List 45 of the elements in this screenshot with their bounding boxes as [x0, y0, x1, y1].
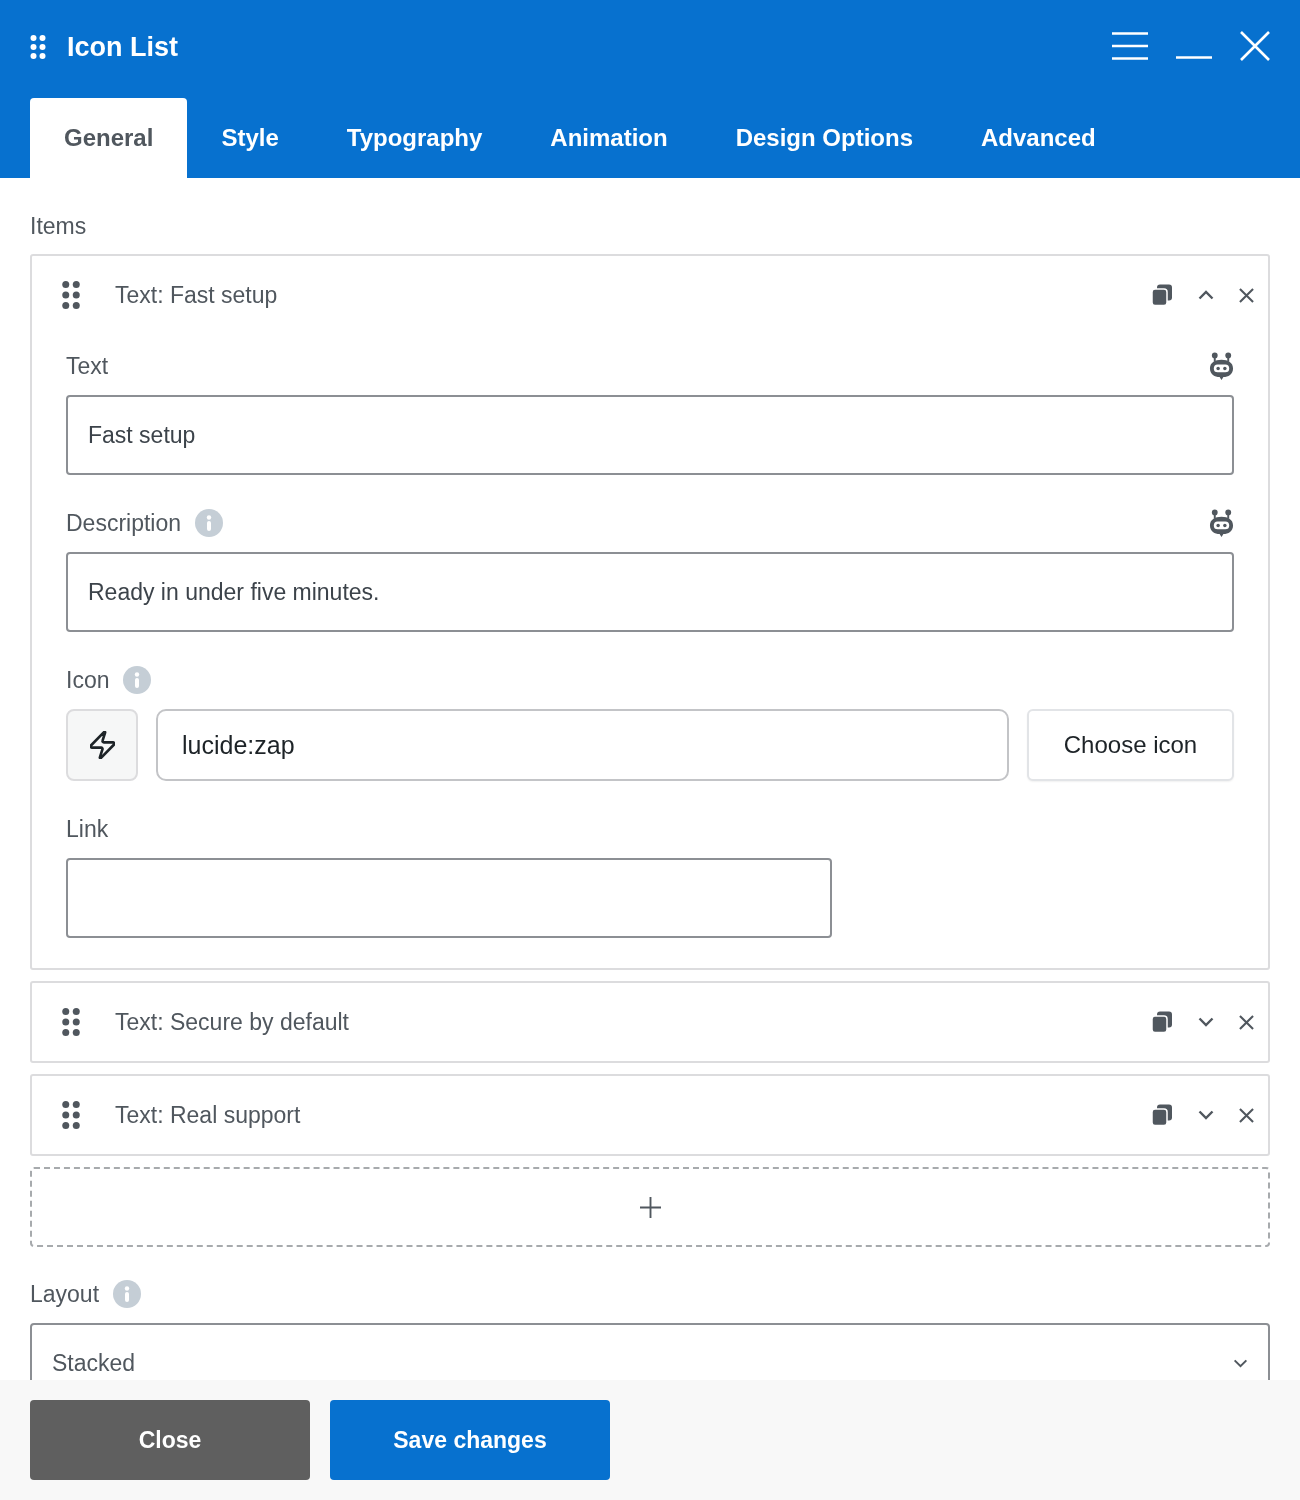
section-label: Items	[30, 212, 88, 240]
remove-icon[interactable]	[1239, 1107, 1254, 1123]
duplicate-icon[interactable]	[1151, 284, 1173, 306]
remove-icon[interactable]	[1239, 287, 1254, 303]
drag-handle-icon[interactable]	[62, 281, 80, 309]
chevron-down-icon[interactable]	[1198, 1017, 1214, 1027]
icon-preview[interactable]	[66, 709, 138, 781]
drag-handle-icon[interactable]	[62, 1101, 80, 1129]
field-label: Icon	[66, 666, 110, 694]
duplicate-icon[interactable]	[1151, 1011, 1173, 1033]
robot-icon[interactable]	[1209, 351, 1234, 381]
tab[interactable]: Advanced	[947, 98, 1130, 178]
minimize-icon[interactable]	[1176, 55, 1212, 59]
tab[interactable]: Design Options	[701, 98, 947, 178]
remove-icon[interactable]	[1239, 1014, 1254, 1030]
drag-handle-icon[interactable]	[30, 35, 46, 59]
icon-name-input[interactable]: lucide:zap	[156, 709, 1009, 781]
tab[interactable]: Animation	[516, 98, 702, 178]
item-title[interactable]: Text: Real support	[115, 1101, 301, 1129]
item-title[interactable]: Text: Secure by default	[115, 1008, 349, 1036]
chevron-down-icon[interactable]	[1198, 1110, 1214, 1120]
choose-icon-button[interactable]: Choose icon	[1027, 709, 1234, 781]
text-input[interactable]: Fast setup	[66, 395, 1234, 475]
field-label: Text	[66, 352, 109, 380]
drag-handle-icon[interactable]	[62, 1008, 80, 1036]
plus-icon	[639, 1196, 661, 1218]
field-label: Layout	[30, 1280, 100, 1308]
link-input[interactable]	[66, 858, 832, 938]
tab[interactable]: Style	[187, 98, 313, 178]
field-label: Description	[66, 509, 182, 537]
window-title: Icon List	[67, 31, 178, 63]
close-icon[interactable]	[1240, 31, 1270, 61]
item-title[interactable]: Text: Fast setup	[115, 281, 278, 309]
tab[interactable]: Typography	[312, 98, 517, 178]
field-label: Link	[66, 815, 109, 843]
save-button[interactable]: Save changes	[330, 1400, 610, 1480]
menu-icon[interactable]	[1112, 32, 1148, 60]
lightning-icon	[89, 731, 115, 759]
chevron-up-icon[interactable]	[1198, 290, 1214, 300]
duplicate-icon[interactable]	[1151, 1104, 1173, 1126]
chevron-down-icon	[1233, 1358, 1248, 1368]
close-button[interactable]: Close	[30, 1400, 310, 1480]
robot-icon[interactable]	[1209, 508, 1234, 538]
text-input[interactable]: Ready in under five minutes.	[66, 552, 1234, 632]
tab[interactable]: General	[30, 98, 188, 178]
